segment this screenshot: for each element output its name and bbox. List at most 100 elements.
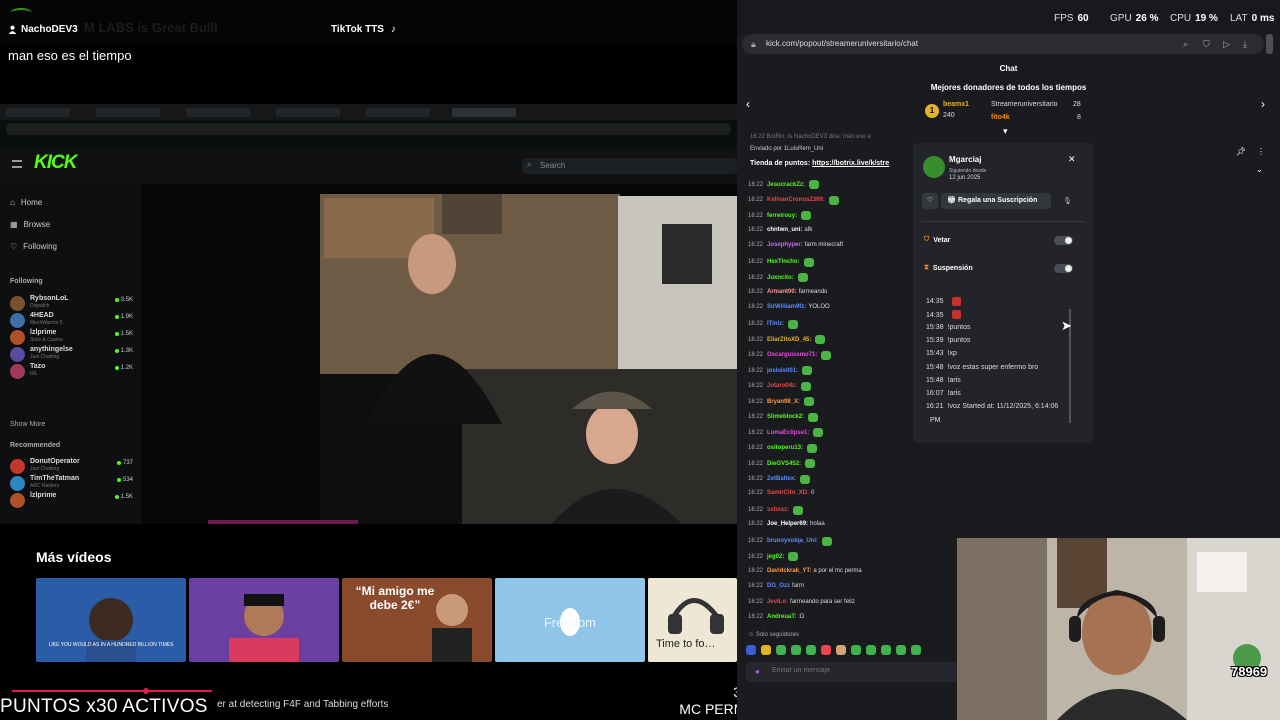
chat-message[interactable]: 16:22 DieGVS452: <box>748 459 816 468</box>
chat-message-list[interactable]: 16:22 JesucrackZz: 16:22 KelivanCronos2399:… <box>742 132 910 630</box>
emote-icon[interactable] <box>761 645 771 655</box>
emote-icon[interactable] <box>791 645 801 655</box>
user-card-name[interactable]: Mgarciaj <box>949 155 981 164</box>
user-message-history[interactable]: 14:35 14:35 15:38 !puntos 15:39 !puntos 15:43!… <box>919 285 1085 425</box>
emote-icon[interactable] <box>851 645 861 655</box>
video-thumbnail[interactable] <box>189 578 339 662</box>
follow-heart-button[interactable]: ♡ <box>922 193 938 209</box>
chat-username[interactable]: LumaEclipse1: <box>767 430 809 436</box>
chat-message[interactable]: 16:22 Jotaro04z: <box>748 381 812 391</box>
emote-icon[interactable] <box>806 645 816 655</box>
video-thumbnail[interactable]: Time to fo… <box>648 578 737 662</box>
chat-username[interactable]: brunoyxolqa_Uni: <box>767 538 818 544</box>
download-icon[interactable]: ⤓ <box>1243 39 1247 50</box>
chat-message[interactable]: 16:22 AndreuaT::D <box>748 614 804 620</box>
chat-username[interactable]: JesucrackZz: <box>767 182 805 188</box>
chat-username[interactable]: Oscarguissmo71: <box>767 352 817 358</box>
chevron-down-icon[interactable]: ⌄ <box>1256 165 1263 174</box>
chat-username[interactable]: Davidckrak_YT: <box>767 568 811 574</box>
emote-icon[interactable] <box>746 645 756 655</box>
chat-message[interactable]: 16:22 Slimeblock2: <box>748 412 819 422</box>
chat-message[interactable]: 16:22 jeg02: <box>748 552 799 561</box>
video-thumbnail[interactable]: “Mi amigo me debe 2€” <box>342 578 492 662</box>
sidebar-channel[interactable]: lzlprime Slots & Casino 1.5K <box>10 329 135 345</box>
chat-username[interactable]: jeg02: <box>767 554 784 560</box>
chat-message[interactable]: 16:22 JesucrackZz: <box>748 180 820 189</box>
chat-username[interactable]: Joe_Helper69: <box>767 521 808 527</box>
emote-icon[interactable] <box>776 645 786 655</box>
chat-username[interactable]: AndreuaT: <box>767 614 796 620</box>
emote-quick-bar[interactable] <box>744 645 954 657</box>
chat-username[interactable]: Josephyper: <box>767 242 803 248</box>
timeout-toggle[interactable] <box>1054 264 1073 273</box>
chat-username[interactable]: josluis001: <box>767 368 798 374</box>
chat-message[interactable]: 16:22 ITinlz: <box>748 319 799 329</box>
chat-username[interactable]: DG_Ozz <box>767 583 790 589</box>
chat-username[interactable]: Bryan98_X: <box>767 399 800 405</box>
chat-username[interactable]: Armant00: <box>767 289 797 295</box>
chat-message[interactable]: 16:22 Oscarguissmo71: <box>748 350 832 360</box>
chat-input-box[interactable]: ● <box>746 662 958 682</box>
chevron-down-icon[interactable]: ▾ <box>1003 126 1008 137</box>
chat-message[interactable]: 16:22 josluis001: <box>748 366 813 375</box>
ban-toggle[interactable] <box>1054 236 1073 245</box>
chat-username[interactable]: chntwn_uni: <box>767 227 802 233</box>
pin-icon[interactable]: 📌︎ <box>1236 147 1246 156</box>
sidebar-channel[interactable]: RybsonLoL Dispatch 3.5K <box>10 295 135 311</box>
chat-username[interactable]: Slimeblock2: <box>767 414 804 420</box>
chat-username[interactable]: Juxncito: <box>767 275 794 281</box>
chat-message[interactable]: 16:22 Armant00: farmeando <box>748 289 827 295</box>
chevron-left-icon[interactable]: ‹ <box>746 97 750 111</box>
chat-message[interactable]: 16:22 ositoperu13: <box>748 443 818 453</box>
scrollbar-thumb[interactable] <box>1266 34 1273 54</box>
emote-icon[interactable] <box>866 645 876 655</box>
chat-username[interactable]: KelivanCronos2399: <box>767 197 825 203</box>
chat-message[interactable]: 16:22 chntwn_uni: afk <box>748 227 812 233</box>
chat-message[interactable]: 16:22 Bryan98_X: <box>748 397 815 406</box>
chat-message[interactable]: 16:22 Josephyper: farm minecraft <box>748 242 843 248</box>
chat-username[interactable]: SirWilliam9fz: <box>767 304 806 310</box>
chat-username[interactable]: ferreirouy: <box>767 213 797 219</box>
chat-message[interactable]: 16:22 sxbxsz: <box>748 505 804 515</box>
emote-icon[interactable] <box>821 645 831 655</box>
chat-message[interactable]: 16:22 Joe_Helper69: holaa <box>748 521 825 527</box>
chat-username[interactable]: DieGVS452: <box>767 461 801 467</box>
close-icon[interactable]: ✕ <box>1068 154 1076 165</box>
url-text[interactable]: kick.com/popout/streameruniversitario/ch… <box>766 39 918 48</box>
chat-message[interactable]: 16:22 DG_Ozz farm <box>748 583 804 589</box>
chat-username[interactable]: ositoperu13: <box>767 445 803 451</box>
chat-username[interactable]: JeviLo: <box>767 599 788 605</box>
sidebar-channel[interactable]: TimTheTatman ARC Raiders 534 <box>10 475 135 491</box>
chevron-right-icon[interactable]: › <box>1261 97 1265 111</box>
chat-message[interactable]: 16:22 EliarZitoXD_45: <box>748 335 826 344</box>
emote-icon[interactable] <box>881 645 891 655</box>
sidebar-channel[interactable]: anythingelse Just Chatting 1.3K <box>10 346 135 362</box>
search-icon[interactable]: ⌕ <box>1183 39 1188 50</box>
video-thumbnail[interactable]: Freedom <box>495 578 645 662</box>
chat-message[interactable]: 16:22 HexTincho: <box>748 257 814 267</box>
sidebar-channel[interactable]: Tazo IRL 1.2K <box>10 363 135 379</box>
mic-icon[interactable]: 🎙︎ <box>1063 197 1072 205</box>
chat-message[interactable]: 16:22 Juxncito: <box>748 273 808 282</box>
popout-url-bar[interactable]: 🔒︎ kick.com/popout/streameruniversitario… <box>742 34 1264 54</box>
chat-message[interactable]: 16:22 SamirCito_XD: 0 <box>748 490 814 496</box>
chat-message[interactable]: 16:22 LumaEclipse1: <box>748 428 824 437</box>
chat-username[interactable]: ITinlz: <box>767 321 784 327</box>
emote-icon[interactable] <box>911 645 921 655</box>
chat-message[interactable]: 16:22 ferreirouy: <box>748 211 812 220</box>
chat-username[interactable]: sxbxsz: <box>767 507 789 513</box>
chat-message[interactable]: 16:22 KelivanCronos2399: <box>748 195 839 205</box>
emote-picker-icon[interactable]: ● <box>755 667 760 676</box>
chat-username[interactable]: ZetBaltex: <box>767 476 796 482</box>
more-options-icon[interactable]: ⋮ <box>1257 147 1265 156</box>
shield-icon[interactable]: ⛉ <box>1203 39 1210 50</box>
chat-message[interactable]: 16:22 JeviLo: farmeando para ser feliz <box>748 599 855 605</box>
emote-icon[interactable] <box>836 645 846 655</box>
sidebar-channel[interactable]: DonutOperator Just Chatting 737 <box>10 458 135 474</box>
chat-username[interactable]: EliarZitoXD_45: <box>767 337 811 343</box>
chat-username[interactable]: Jotaro04z: <box>767 383 797 389</box>
chat-username[interactable]: HexTincho: <box>767 259 800 265</box>
chat-message-input[interactable] <box>772 667 942 674</box>
sidebar-channel[interactable]: 4HEAD MechWarrior 5 1.9K <box>10 312 135 328</box>
chat-message[interactable]: 16:22 ZetBaltex: <box>748 474 811 484</box>
